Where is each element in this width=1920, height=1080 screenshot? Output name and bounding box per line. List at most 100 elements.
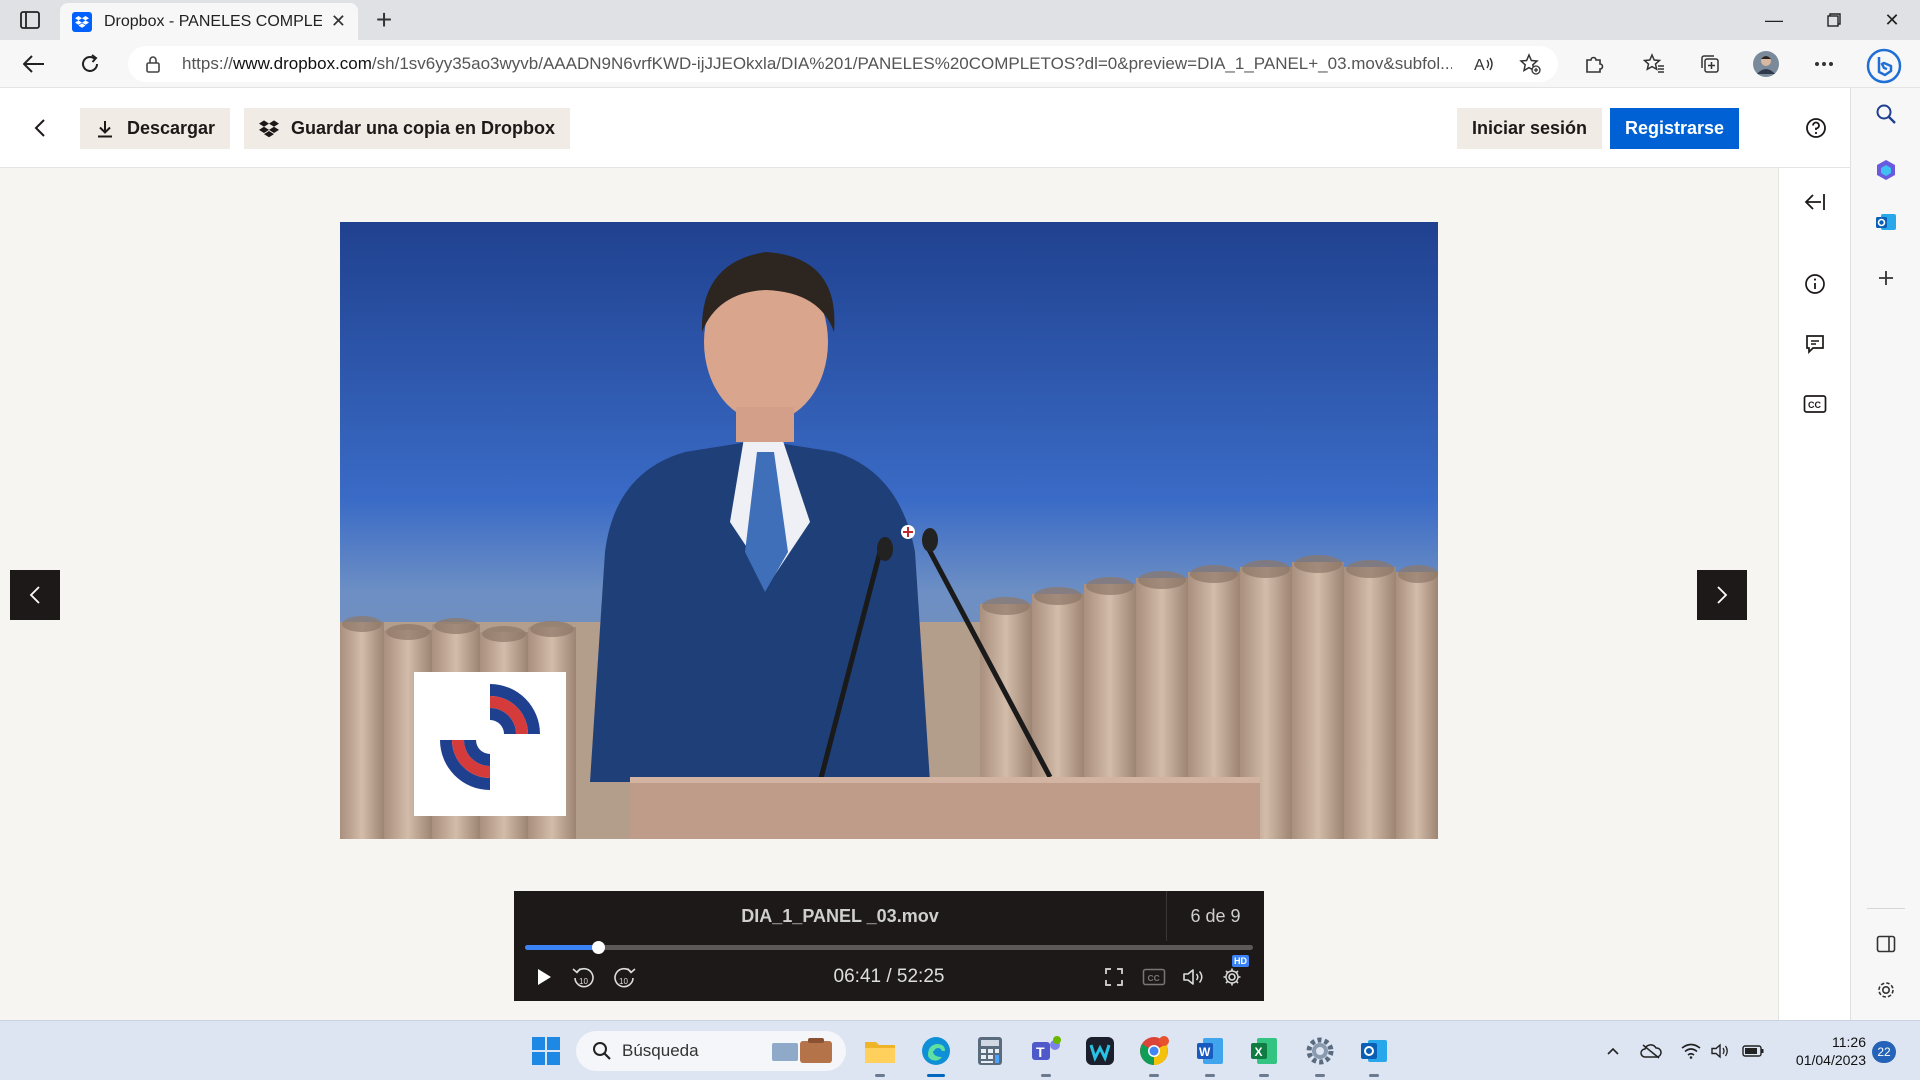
captions-icon[interactable]: CC	[1797, 386, 1833, 422]
captions-button[interactable]: CC	[1138, 961, 1170, 993]
restore-button[interactable]	[1806, 0, 1862, 40]
download-button[interactable]: Descargar	[80, 108, 231, 149]
add-sidebar-app-icon[interactable]	[1868, 260, 1904, 296]
url-text: https://www.dropbox.com/sh/1sv6yy35ao3wy…	[182, 54, 1452, 74]
browser-tab-active[interactable]: Dropbox - PANELES COMPLETOS ✕	[60, 3, 358, 40]
chevron-right-icon	[1717, 586, 1728, 604]
edge-app-icon[interactable]	[916, 1031, 956, 1077]
video-frame[interactable]	[340, 222, 1438, 839]
onedrive-offline-icon[interactable]	[1638, 1039, 1664, 1063]
calculator-icon[interactable]	[970, 1031, 1010, 1071]
play-icon	[538, 969, 551, 985]
back-arrow-icon[interactable]	[16, 48, 52, 80]
cc-icon: CC	[1142, 968, 1166, 986]
excel-icon[interactable]: X	[1244, 1031, 1284, 1077]
gear-icon	[1223, 968, 1241, 986]
running-indicator	[1041, 1074, 1051, 1077]
svg-text:A: A	[1474, 57, 1485, 73]
more-options-icon[interactable]	[1806, 46, 1842, 82]
progress-handle[interactable]	[591, 941, 605, 954]
profile-avatar[interactable]	[1748, 46, 1784, 82]
video-player-controls: DIA_1_PANEL _03.mov 6 de 9 10 10 06:41 /…	[514, 891, 1264, 1001]
svg-text:CC: CC	[1148, 973, 1160, 983]
running-indicator	[1149, 1074, 1159, 1077]
dropbox-header: Descargar Guardar una copia en Dropbox I…	[0, 88, 1850, 168]
forward-10-label: 10	[619, 977, 628, 986]
comments-icon[interactable]	[1797, 326, 1833, 362]
svg-text:X: X	[1255, 1045, 1263, 1059]
collections-icon[interactable]	[1692, 46, 1728, 82]
wifi-icon[interactable]	[1678, 1039, 1704, 1063]
progress-track[interactable]	[525, 941, 1253, 954]
help-icon[interactable]	[1800, 112, 1832, 144]
windows-start-icon[interactable]	[526, 1031, 566, 1071]
bing-chat-icon[interactable]	[1862, 44, 1906, 88]
windows-taskbar: Búsqueda T W X 11:26 01/04/2023 22	[0, 1020, 1920, 1080]
collapse-panel-icon[interactable]	[1797, 184, 1833, 220]
extensions-icon[interactable]	[1576, 46, 1612, 82]
teams-icon[interactable]: T	[1026, 1031, 1066, 1077]
speaker-icon[interactable]	[1708, 1039, 1734, 1063]
signin-label: Iniciar sesión	[1472, 118, 1588, 138]
register-button[interactable]: Registrarse	[1610, 108, 1740, 149]
file-explorer-icon[interactable]	[860, 1031, 900, 1077]
tab-actions-icon[interactable]	[14, 8, 46, 32]
tab-close-icon[interactable]: ✕	[331, 11, 346, 32]
split-view-icon[interactable]	[1868, 926, 1904, 962]
add-favorite-icon[interactable]	[1512, 46, 1548, 82]
dropbox-favicon-icon	[72, 11, 92, 32]
outlook-icon[interactable]	[1868, 204, 1904, 240]
running-indicator	[1205, 1074, 1215, 1077]
chrome-icon[interactable]	[1134, 1031, 1174, 1077]
outlook-app-icon[interactable]	[1354, 1031, 1394, 1077]
browser-tab-bar: Dropbox - PANELES COMPLETOS ✕ + — ✕	[0, 0, 1920, 40]
signin-button[interactable]: Iniciar sesión	[1457, 108, 1603, 149]
running-indicator	[875, 1074, 885, 1077]
browser-address-bar: https://www.dropbox.com/sh/1sv6yy35ao3wy…	[0, 40, 1920, 88]
taskbar-search-box[interactable]: Búsqueda	[576, 1031, 846, 1071]
rewind-10-button[interactable]: 10	[568, 961, 600, 993]
close-window-button[interactable]: ✕	[1864, 0, 1920, 40]
preview-side-rail: CC	[1778, 168, 1850, 1020]
fullscreen-button[interactable]	[1098, 961, 1130, 993]
search-highlight-icon	[772, 1038, 832, 1063]
notification-count-badge[interactable]: 22	[1872, 1041, 1896, 1063]
file-counter: 6 de 9	[1190, 905, 1241, 926]
forward-10-button[interactable]: 10	[608, 961, 640, 993]
info-icon[interactable]	[1797, 266, 1833, 302]
show-hidden-icons-chevron-icon[interactable]	[1600, 1039, 1626, 1063]
favorites-icon[interactable]	[1636, 46, 1672, 82]
volume-button[interactable]	[1178, 961, 1210, 993]
save-copy-button[interactable]: Guardar una copia en Dropbox	[244, 108, 571, 149]
running-indicator	[1315, 1074, 1325, 1077]
dropbox-logo-icon	[259, 119, 279, 137]
minimize-button[interactable]: —	[1746, 0, 1802, 40]
svg-text:W: W	[1199, 1045, 1211, 1059]
new-tab-button[interactable]: +	[368, 4, 400, 36]
battery-icon[interactable]	[1740, 1039, 1766, 1063]
search-icon[interactable]	[1868, 96, 1904, 132]
read-aloud-icon[interactable]: A	[1466, 46, 1502, 82]
volume-icon	[1183, 969, 1203, 985]
reload-icon[interactable]	[72, 48, 108, 80]
url-field[interactable]: https://www.dropbox.com/sh/1sv6yy35ao3wy…	[128, 46, 1558, 82]
system-clock[interactable]: 11:26 01/04/2023	[1770, 1033, 1866, 1069]
play-button[interactable]	[528, 961, 560, 993]
sidebar-settings-icon[interactable]	[1868, 972, 1904, 1008]
download-label: Descargar	[127, 118, 216, 138]
settings-app-icon[interactable]	[1300, 1031, 1340, 1077]
back-chevron-icon[interactable]	[22, 110, 58, 146]
word-icon[interactable]: W	[1190, 1031, 1230, 1077]
next-file-button[interactable]	[1697, 570, 1747, 620]
download-icon	[98, 120, 112, 137]
playback-time: 06:41 / 52:25	[833, 966, 945, 987]
hd-badge: HD	[1232, 955, 1249, 967]
register-label: Registrarse	[1625, 118, 1725, 138]
event-logo	[414, 672, 566, 816]
discover-icon[interactable]	[1868, 152, 1904, 188]
active-indicator	[927, 1074, 945, 1077]
rewind-10-label: 10	[579, 977, 588, 986]
previous-file-button[interactable]	[10, 570, 60, 620]
running-indicator	[1369, 1074, 1379, 1077]
webex-icon[interactable]	[1080, 1031, 1120, 1071]
